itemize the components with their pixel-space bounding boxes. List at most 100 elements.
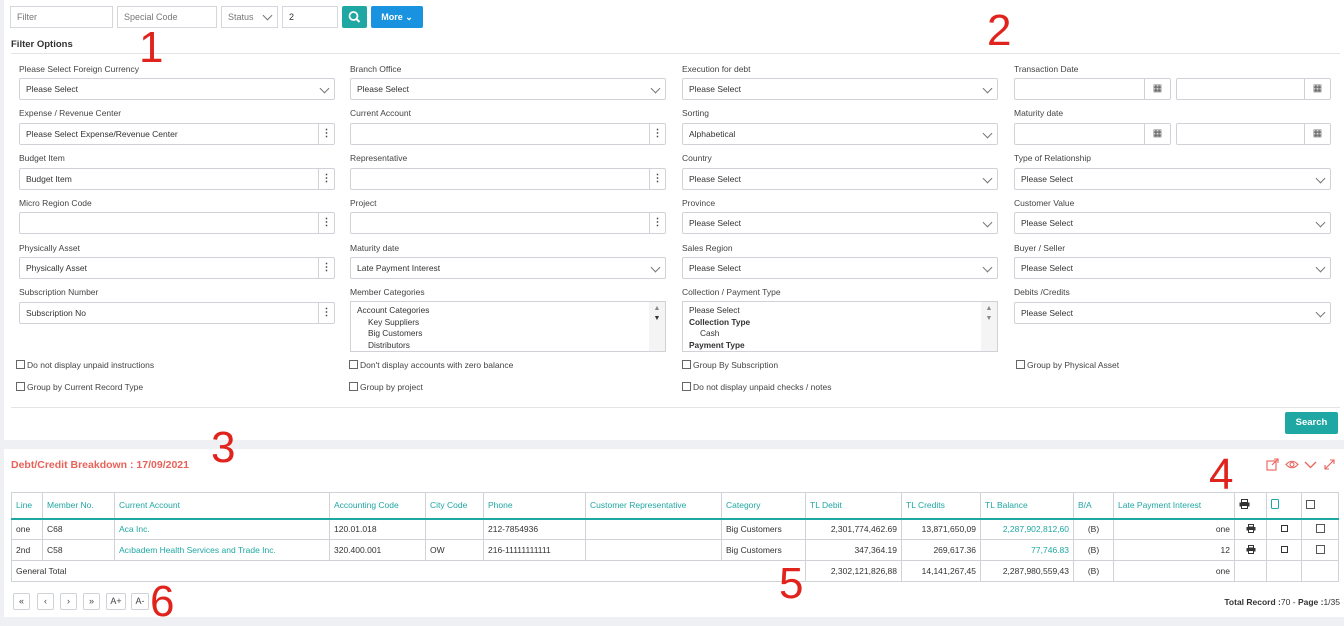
column-header[interactable]: Member No.	[42, 492, 115, 520]
current-account-field[interactable]: ⋮	[350, 123, 666, 145]
print-icon[interactable]	[1234, 539, 1267, 561]
maturity-date-end[interactable]: ▦	[1176, 123, 1331, 145]
calendar-icon[interactable]: ▦	[1304, 124, 1330, 144]
row-checkbox[interactable]	[1301, 539, 1339, 561]
checkbox-box[interactable]	[682, 360, 691, 369]
status-select[interactable]: Status	[221, 6, 278, 28]
calendar-icon[interactable]: ▦	[1144, 79, 1170, 99]
count-input[interactable]: 2	[282, 6, 338, 28]
column-header[interactable]: B/A	[1073, 492, 1114, 520]
more-vertical-icon[interactable]: ⋮	[649, 124, 665, 144]
scroll-up-icon[interactable]: ▲	[981, 304, 997, 314]
physically-asset-field[interactable]: Physically Asset ⋮	[19, 257, 335, 279]
foreign-currency-select[interactable]: Please Select	[19, 78, 335, 100]
checkbox-box[interactable]	[349, 382, 358, 391]
row-square-icon[interactable]	[1266, 518, 1302, 540]
checkbox-box[interactable]	[1016, 360, 1025, 369]
table-row[interactable]: 2nd C58 Acıbadem Health Services and Tra…	[11, 539, 1339, 561]
list-option[interactable]: Distributors	[357, 340, 659, 352]
debits-credits-select[interactable]: Please Select	[1014, 302, 1331, 324]
collection-payment-list[interactable]: Please Select Collection Type Cash Payme…	[682, 301, 998, 352]
list-option[interactable]: Cash	[689, 328, 991, 340]
cell-account-link[interactable]: Aca Inc.	[114, 518, 330, 540]
scroll-up-icon[interactable]: ▲	[649, 304, 665, 314]
representative-field[interactable]: ⋮	[350, 168, 666, 190]
transaction-date-start[interactable]: ▦	[1014, 78, 1171, 100]
font-decrease-button[interactable]: A-	[131, 593, 149, 610]
column-header[interactable]: Category	[721, 492, 806, 520]
relationship-select[interactable]: Please Select	[1014, 168, 1331, 190]
column-header[interactable]: TL Credits	[901, 492, 981, 520]
checkbox-box[interactable]	[16, 360, 25, 369]
filter-input[interactable]: Filter	[10, 6, 113, 28]
scrollbar[interactable]: ▲ ▼	[981, 302, 997, 351]
next-page-icon[interactable]: ›	[60, 593, 77, 610]
eye-icon[interactable]	[1285, 458, 1299, 474]
column-header[interactable]: Accounting Code	[329, 492, 426, 520]
checkbox-box[interactable]	[16, 382, 25, 391]
micro-region-field[interactable]: ⋮	[19, 212, 335, 234]
print-icon[interactable]	[1234, 518, 1267, 540]
more-vertical-icon[interactable]: ⋮	[649, 213, 665, 233]
checkbox-unpaid-checks[interactable]: Do not display unpaid checks / notes	[682, 382, 831, 392]
checkbox-group-subscription[interactable]: Group By Subscription	[682, 360, 778, 370]
list-option[interactable]: Key Suppliers	[357, 317, 659, 329]
search-submit-button[interactable]: Search	[1285, 412, 1338, 434]
column-header[interactable]: Current Account	[114, 492, 330, 520]
cell-balance[interactable]: 2,287,902,812,60	[980, 518, 1074, 540]
budget-item-field[interactable]: Budget Item ⋮	[19, 168, 335, 190]
customer-value-select[interactable]: Please Select	[1014, 212, 1331, 234]
checkbox-group-physical-asset[interactable]: Group by Physical Asset	[1016, 360, 1119, 370]
column-header[interactable]: TL Balance	[980, 492, 1074, 520]
collapse-icon[interactable]	[1304, 458, 1317, 474]
checkbox-unpaid-instructions[interactable]: Do not display unpaid instructions	[16, 360, 154, 370]
country-select[interactable]: Please Select	[682, 168, 998, 190]
calendar-icon[interactable]: ▦	[1144, 124, 1170, 144]
more-vertical-icon[interactable]: ⋮	[318, 258, 334, 278]
subscription-number-field[interactable]: Subscription No ⋮	[19, 302, 335, 324]
cell-balance[interactable]: 77,746.83	[980, 539, 1074, 561]
transaction-date-end[interactable]: ▦	[1176, 78, 1331, 100]
scroll-down-icon[interactable]: ▼	[981, 314, 997, 324]
table-row[interactable]: one C68 Aca Inc. 120.01.018 212-7854936 …	[11, 518, 1339, 540]
more-vertical-icon[interactable]: ⋮	[318, 169, 334, 189]
print-all-icon[interactable]	[1234, 492, 1267, 520]
checkbox-group-project[interactable]: Group by project	[349, 382, 423, 392]
row-checkbox[interactable]	[1301, 518, 1339, 540]
column-header[interactable]: Customer Representative	[585, 492, 722, 520]
checkbox-zero-balance[interactable]: Don't display accounts with zero balance	[349, 360, 513, 370]
sales-region-select[interactable]: Please Select	[682, 257, 998, 279]
province-select[interactable]: Please Select	[682, 212, 998, 234]
checkbox-group-current-record[interactable]: Group by Current Record Type	[16, 382, 143, 392]
prev-page-icon[interactable]: ‹	[37, 593, 54, 610]
project-field[interactable]: ⋮	[350, 212, 666, 234]
column-header[interactable]: Line	[11, 492, 43, 520]
more-button[interactable]: More ⌄	[371, 6, 423, 28]
expense-revenue-field[interactable]: Please Select Expense/Revenue Center ⋮	[19, 123, 335, 145]
branch-office-select[interactable]: Please Select	[350, 78, 666, 100]
maturity-date-start[interactable]: ▦	[1014, 123, 1171, 145]
more-vertical-icon[interactable]: ⋮	[318, 303, 334, 323]
more-vertical-icon[interactable]: ⋮	[649, 169, 665, 189]
select-all-checkbox[interactable]	[1301, 492, 1339, 520]
column-header[interactable]: TL Debit	[805, 492, 902, 520]
more-vertical-icon[interactable]: ⋮	[318, 124, 334, 144]
calendar-icon[interactable]: ▦	[1304, 79, 1330, 99]
more-vertical-icon[interactable]: ⋮	[318, 213, 334, 233]
last-page-icon[interactable]: »	[83, 593, 100, 610]
checkbox-box[interactable]	[682, 382, 691, 391]
execution-for-debt-select[interactable]: Please Select	[682, 78, 998, 100]
checkbox-box[interactable]	[349, 360, 358, 369]
mobile-icon[interactable]	[1266, 492, 1302, 520]
member-categories-list[interactable]: Account Categories Key Suppliers Big Cus…	[350, 301, 666, 352]
first-page-icon[interactable]: «	[13, 593, 30, 610]
export-icon[interactable]	[1266, 458, 1279, 474]
scrollbar[interactable]: ▲ ▼	[649, 302, 665, 351]
column-header[interactable]: Phone	[483, 492, 586, 520]
list-option[interactable]: Account Categories	[357, 305, 659, 317]
scroll-down-icon[interactable]: ▼	[649, 314, 665, 324]
buyer-seller-select[interactable]: Please Select	[1014, 257, 1331, 279]
sorting-select[interactable]: Alphabetical	[682, 123, 998, 145]
list-option[interactable]: Big Customers	[357, 328, 659, 340]
expand-icon[interactable]	[1323, 458, 1336, 474]
